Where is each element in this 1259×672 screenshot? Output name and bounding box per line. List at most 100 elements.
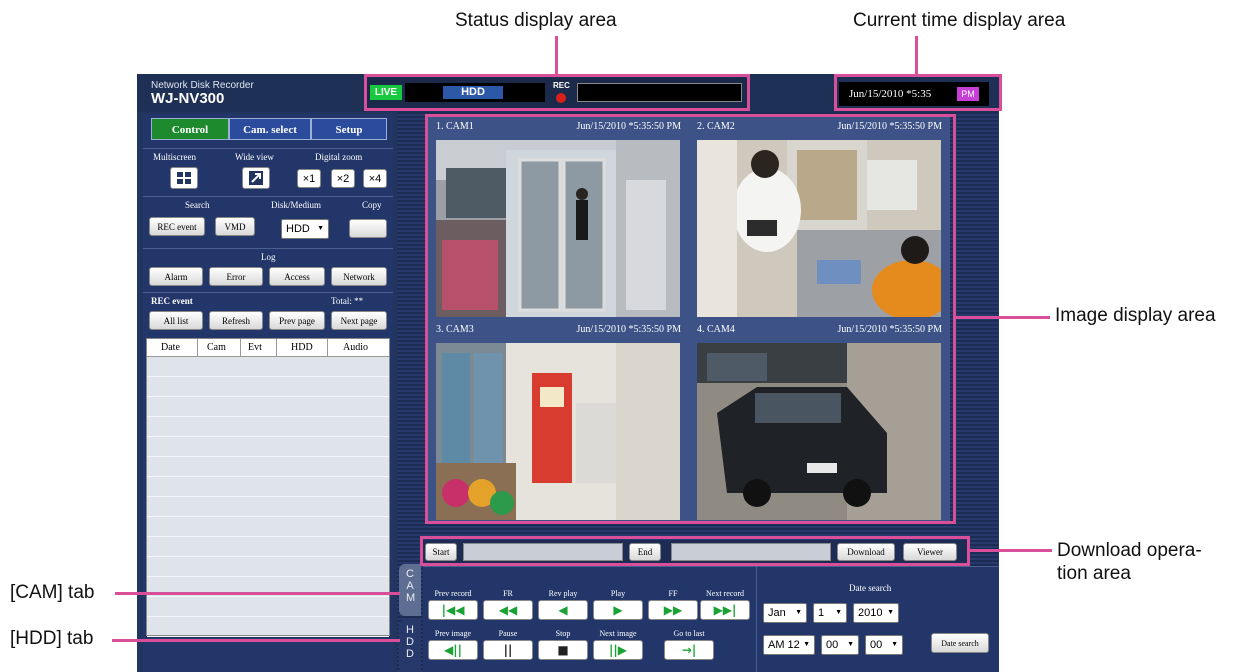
error-log-button[interactable]: Error [209,267,263,286]
disk-medium-select[interactable]: HDD ▼ [281,219,329,239]
wide-view-button[interactable] [242,167,270,189]
prev-record-icon: |◀◀ [441,603,465,617]
prev-image-icon: ◀|| [444,643,462,657]
chevron-down-icon: ▼ [847,641,854,648]
column-divider [327,339,328,357]
hour-value: AM 12 [768,639,800,651]
month-value: Jan [768,607,786,619]
fast-forward-button[interactable]: ▶▶ [648,600,698,620]
table-row[interactable] [147,598,389,617]
image-area-callout: Image display area [1055,305,1216,326]
month-select[interactable]: Jan ▼ [763,603,807,623]
multiscreen-button[interactable] [170,167,198,189]
second-select[interactable]: 00 ▼ [865,635,903,655]
fast-rewind-button[interactable]: ◀◀ [483,600,533,620]
status-area-leader [555,36,558,74]
play-label: Play [610,589,626,598]
column-divider [197,339,198,357]
next-image-label: Next image [599,629,637,638]
date-search-panel: Date search Jan ▼ 1 ▼ 2010 ▼ AM 12 ▼ 00 … [756,567,999,672]
table-row[interactable] [147,538,389,557]
download-area-highlight [420,536,970,566]
table-row[interactable] [147,418,389,437]
vmd-search-button[interactable]: VMD [215,217,255,236]
disk-medium-label: Disk/Medium [271,200,322,210]
download-area-leader [970,549,1052,552]
tab-cam[interactable]: CAM [399,564,421,616]
alarm-log-button[interactable]: Alarm [149,267,203,286]
chevron-down-icon: ▼ [887,609,894,616]
year-select[interactable]: 2010 ▼ [853,603,899,623]
search-section: Search Disk/Medium Copy REC event VMD HD… [143,196,393,244]
copy-button[interactable] [349,219,387,238]
tab-cam-select[interactable]: Cam. select [229,118,311,140]
zoom-x2-button[interactable]: ×2 [331,169,355,188]
rev-play-label: Rev play [548,589,578,598]
minute-select[interactable]: 00 ▼ [821,635,859,655]
play-button[interactable]: ▶ [593,600,643,620]
hour-select[interactable]: AM 12 ▼ [763,635,815,655]
next-record-button[interactable]: ▶▶| [700,600,750,620]
hdd-tab-label: HDD [406,624,414,660]
next-page-button[interactable]: Next page [331,311,387,330]
network-log-button[interactable]: Network [331,267,387,286]
day-value: 1 [818,607,825,619]
prev-record-button[interactable]: |◀◀ [428,600,478,620]
model-name: WJ-NV300 [151,90,225,107]
go-to-last-icon: →| [681,643,697,657]
column-cam: Cam [207,342,226,353]
prev-image-button[interactable]: ◀|| [428,640,478,660]
chevron-down-icon: ▼ [891,641,898,648]
column-audio: Audio [343,342,368,353]
chevron-down-icon: ▼ [317,225,324,232]
table-row[interactable] [147,478,389,497]
tab-hdd[interactable]: HDD [399,620,421,672]
zoom-x1-button[interactable]: ×1 [297,169,321,188]
multiscreen-label: Multiscreen [153,152,196,162]
refresh-button[interactable]: Refresh [209,311,263,330]
quad-grid-icon [177,172,191,184]
rec-event-search-button[interactable]: REC event [149,217,205,236]
table-row[interactable] [147,618,389,637]
log-section: Log Alarm Error Access Network [143,248,393,288]
column-hdd: HDD [291,342,313,353]
stop-button[interactable]: ■ [538,640,588,660]
table-row[interactable] [147,398,389,417]
table-row[interactable] [147,358,389,377]
status-area-callout: Status display area [455,10,617,31]
tab-setup[interactable]: Setup [311,118,387,140]
day-select[interactable]: 1 ▼ [813,603,847,623]
status-area-highlight [364,74,750,111]
pause-button[interactable]: || [483,640,533,660]
expand-icon [249,171,263,185]
download-area-callout-2: tion area [1057,563,1131,584]
table-header: Date Cam Evt HDD Audio [147,339,389,357]
time-area-highlight [834,74,1002,111]
reverse-play-button[interactable]: ◀ [538,600,588,620]
prev-page-button[interactable]: Prev page [269,311,325,330]
table-row[interactable] [147,378,389,397]
stop-icon: ■ [557,643,569,657]
column-divider [240,339,241,357]
date-search-button[interactable]: Date search [931,633,989,653]
time-area-leader [915,36,918,74]
zoom-x4-button[interactable]: ×4 [363,169,387,188]
table-row[interactable] [147,498,389,517]
all-list-button[interactable]: All list [149,311,203,330]
go-to-last-button[interactable]: →| [664,640,714,660]
image-area-highlight [425,114,956,524]
table-row[interactable] [147,558,389,577]
play-icon: ▶ [613,603,623,617]
tab-control[interactable]: Control [151,118,229,140]
column-date: Date [161,342,180,353]
table-row[interactable] [147,438,389,457]
prev-image-label: Prev image [434,629,472,638]
pause-label: Pause [498,629,518,638]
table-row[interactable] [147,458,389,477]
next-image-button[interactable]: ||▶ [593,640,643,660]
table-row[interactable] [147,518,389,537]
download-area-callout-1: Download opera- [1057,540,1202,561]
column-divider [276,339,277,357]
prev-record-label: Prev record [434,589,472,598]
access-log-button[interactable]: Access [269,267,325,286]
